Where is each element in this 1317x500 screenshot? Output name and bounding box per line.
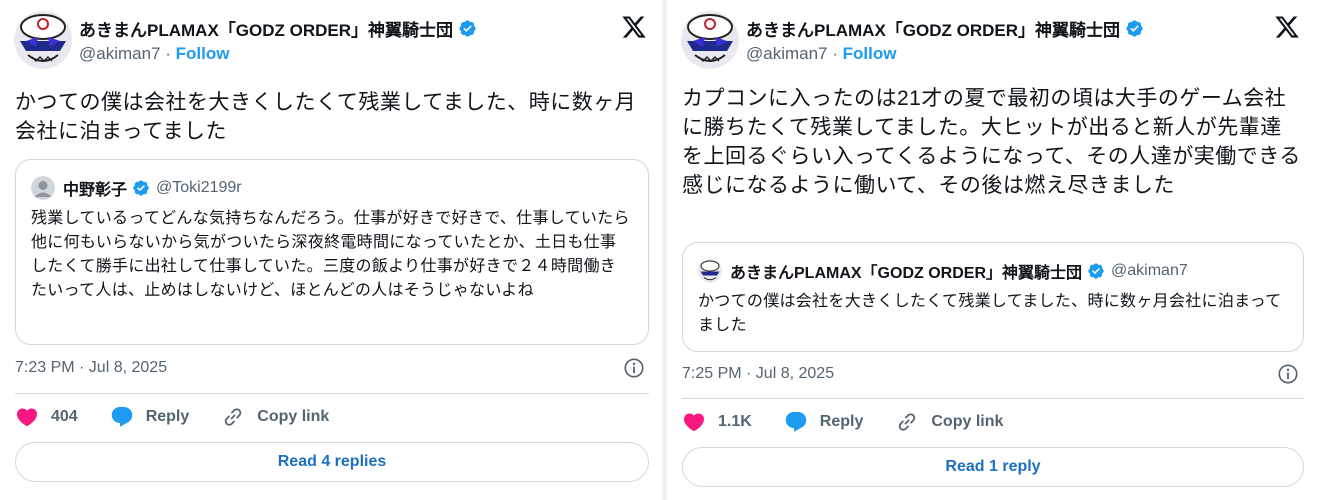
author-name-row[interactable]: あきまんPLAMAX「GODZ ORDER」神翼騎士団 xyxy=(79,16,477,41)
separator-dot: · xyxy=(165,44,176,63)
heart-icon xyxy=(16,408,38,427)
quote-author-name: あきまんPLAMAX「GODZ ORDER」神翼騎士団 xyxy=(730,265,1083,282)
follow-link[interactable]: Follow xyxy=(176,44,230,63)
quote-header: 中野彰子 @Toki2199r xyxy=(31,176,242,200)
quoted-tweet[interactable]: あきまんPLAMAX「GODZ ORDER」神翼騎士団 @akiman7 かつて… xyxy=(682,242,1304,352)
action-bar: 404 Reply Copy link xyxy=(15,405,361,429)
separator-dot: · xyxy=(832,44,843,63)
quote-author-handle: @Toki2199r xyxy=(156,179,242,196)
author-name[interactable]: あきまんPLAMAX「GODZ ORDER」神翼騎士団 xyxy=(746,16,1120,41)
quote-text: かつての僕は会社を大きくしたくて残業してました、時に数ヶ月会社に泊まってました xyxy=(698,293,1282,334)
author-name[interactable]: あきまんPLAMAX「GODZ ORDER」神翼騎士団 xyxy=(79,16,453,41)
like-count: 404 xyxy=(51,408,78,425)
x-logo-icon[interactable] xyxy=(621,14,647,40)
tweet-text: カプコンに入ったのは21才の夏で最初の頃は大手のゲーム会社に勝ちたくて残業してま… xyxy=(682,87,1301,197)
follow-link[interactable]: Follow xyxy=(843,44,897,63)
verified-badge-icon xyxy=(133,180,149,196)
author-handle[interactable]: @akiman7 xyxy=(79,44,161,63)
author-name-row[interactable]: あきまんPLAMAX「GODZ ORDER」神翼騎士団 xyxy=(746,16,1144,41)
quote-author-name: 中野彰子 xyxy=(63,182,128,199)
quoted-tweet[interactable]: 中野彰子 @Toki2199r 残業しているってどんな気持ちなんだろう。仕事が好… xyxy=(15,159,649,345)
reply-label: Reply xyxy=(819,413,864,430)
timestamp[interactable]: 7:23 PM · Jul 8, 2025 xyxy=(15,359,167,377)
tweet-card-right: あきまんPLAMAX「GODZ ORDER」神翼騎士団 @akiman7 · F… xyxy=(667,0,1317,500)
link-icon xyxy=(225,408,242,426)
quote-header: あきまんPLAMAX「GODZ ORDER」神翼騎士団 @akiman7 xyxy=(698,259,1188,283)
read-replies-button[interactable]: Read 4 replies xyxy=(15,442,649,482)
like-count: 1.1K xyxy=(718,413,752,430)
copy-link-label: Copy link xyxy=(257,408,330,425)
reply-bubble-icon xyxy=(111,407,132,427)
handle-row: @akiman7 · Follow xyxy=(746,44,896,64)
verified-badge-icon xyxy=(1126,20,1143,37)
info-icon[interactable] xyxy=(1277,363,1299,385)
divider xyxy=(682,398,1304,399)
handle-row: @akiman7 · Follow xyxy=(79,44,229,64)
x-logo-icon[interactable] xyxy=(1274,14,1300,40)
action-bar: 1.1K Reply Copy link xyxy=(682,410,1035,434)
quote-author-handle: @akiman7 xyxy=(1111,262,1188,279)
copy-link-button[interactable]: Copy link xyxy=(221,405,329,429)
reply-button[interactable]: Reply xyxy=(784,410,864,434)
copy-link-button[interactable]: Copy link xyxy=(895,410,1003,434)
timestamp[interactable]: 7:25 PM · Jul 8, 2025 xyxy=(682,365,834,383)
like-button[interactable]: 404 xyxy=(15,405,78,429)
author-handle[interactable]: @akiman7 xyxy=(746,44,828,63)
quote-avatar xyxy=(31,176,55,200)
like-button[interactable]: 1.1K xyxy=(682,410,752,434)
verified-badge-icon xyxy=(1088,263,1104,279)
heart-icon xyxy=(683,413,705,432)
tweet-card-left: あきまんPLAMAX「GODZ ORDER」神翼騎士団 @akiman7 · F… xyxy=(0,0,662,500)
verified-badge-icon xyxy=(459,20,476,37)
avatar[interactable] xyxy=(14,11,72,69)
reply-button[interactable]: Reply xyxy=(110,405,190,429)
link-icon xyxy=(899,413,916,431)
reply-label: Reply xyxy=(145,408,190,425)
reply-bubble-icon xyxy=(785,412,807,432)
info-icon[interactable] xyxy=(623,357,645,379)
copy-link-label: Copy link xyxy=(931,413,1004,430)
avatar[interactable] xyxy=(681,11,739,69)
quote-avatar xyxy=(698,259,722,283)
divider xyxy=(15,393,649,394)
tweet-text: かつての僕は会社を大きくしたくて残業してました、時に数ヶ月会社に泊まってました xyxy=(15,91,637,143)
read-replies-button[interactable]: Read 1 reply xyxy=(682,447,1304,487)
quote-text: 残業しているってどんな気持ちなんだろう。仕事が好きで好きで、仕事していたら他に何… xyxy=(31,210,630,299)
